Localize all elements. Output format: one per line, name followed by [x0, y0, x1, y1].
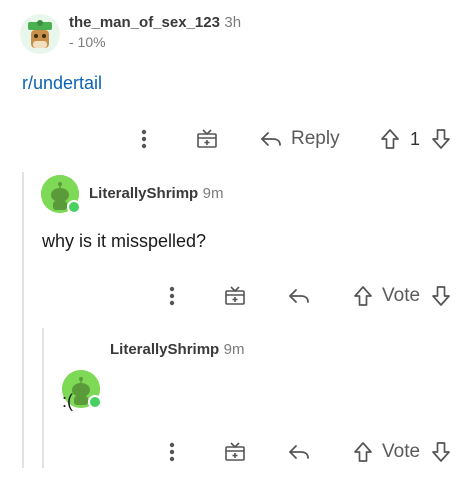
vote-label: Vote [382, 285, 421, 306]
more-options-icon[interactable] [162, 285, 182, 307]
user-flair: - 10% [69, 34, 106, 50]
vote-count: 1 [410, 129, 421, 149]
avatar-image-icon [20, 14, 60, 54]
comment-header: LiterallyShrimp 9m [89, 185, 224, 203]
downvote-arrow-icon[interactable] [430, 440, 452, 464]
award-gift-icon[interactable] [195, 126, 219, 150]
comment-body: :( [62, 391, 73, 411]
comment-thread: the_man_of_sex_123 3h - 10% r/undertail … [0, 0, 474, 477]
upvote-arrow-icon[interactable] [379, 127, 401, 151]
comment-body: why is it misspelled? [42, 231, 207, 251]
thread-line[interactable] [42, 328, 44, 468]
award-gift-icon[interactable] [223, 439, 247, 463]
online-status-dot [67, 200, 81, 214]
upvote-arrow-icon[interactable] [352, 284, 374, 308]
vote-label: Vote [382, 441, 421, 462]
comment-header: LiterallyShrimp 9m [110, 341, 245, 359]
reply-button[interactable]: Reply [291, 128, 340, 150]
award-gift-icon[interactable] [223, 283, 247, 307]
more-options-icon[interactable] [162, 441, 182, 463]
comment-age: 9m [223, 341, 245, 358]
user-avatar[interactable] [20, 14, 60, 54]
downvote-arrow-icon[interactable] [430, 127, 452, 151]
more-options-icon[interactable] [134, 128, 154, 150]
comment-age: 9m [202, 185, 224, 202]
comment-header: the_man_of_sex_123 3h [69, 14, 241, 32]
upvote-arrow-icon[interactable] [352, 440, 374, 464]
user-avatar[interactable] [41, 175, 81, 214]
username[interactable]: the_man_of_sex_123 [69, 14, 220, 31]
subreddit-link[interactable]: r/undertail [22, 73, 102, 94]
reply-arrow-icon[interactable] [259, 128, 283, 150]
reply-arrow-icon[interactable] [287, 285, 311, 307]
online-status-dot [88, 395, 102, 409]
downvote-arrow-icon[interactable] [430, 284, 452, 308]
username[interactable]: LiterallyShrimp [110, 341, 219, 358]
thread-line[interactable] [22, 172, 24, 468]
reply-arrow-icon[interactable] [287, 441, 311, 463]
username[interactable]: LiterallyShrimp [89, 185, 198, 202]
comment-age: 3h [224, 14, 242, 31]
